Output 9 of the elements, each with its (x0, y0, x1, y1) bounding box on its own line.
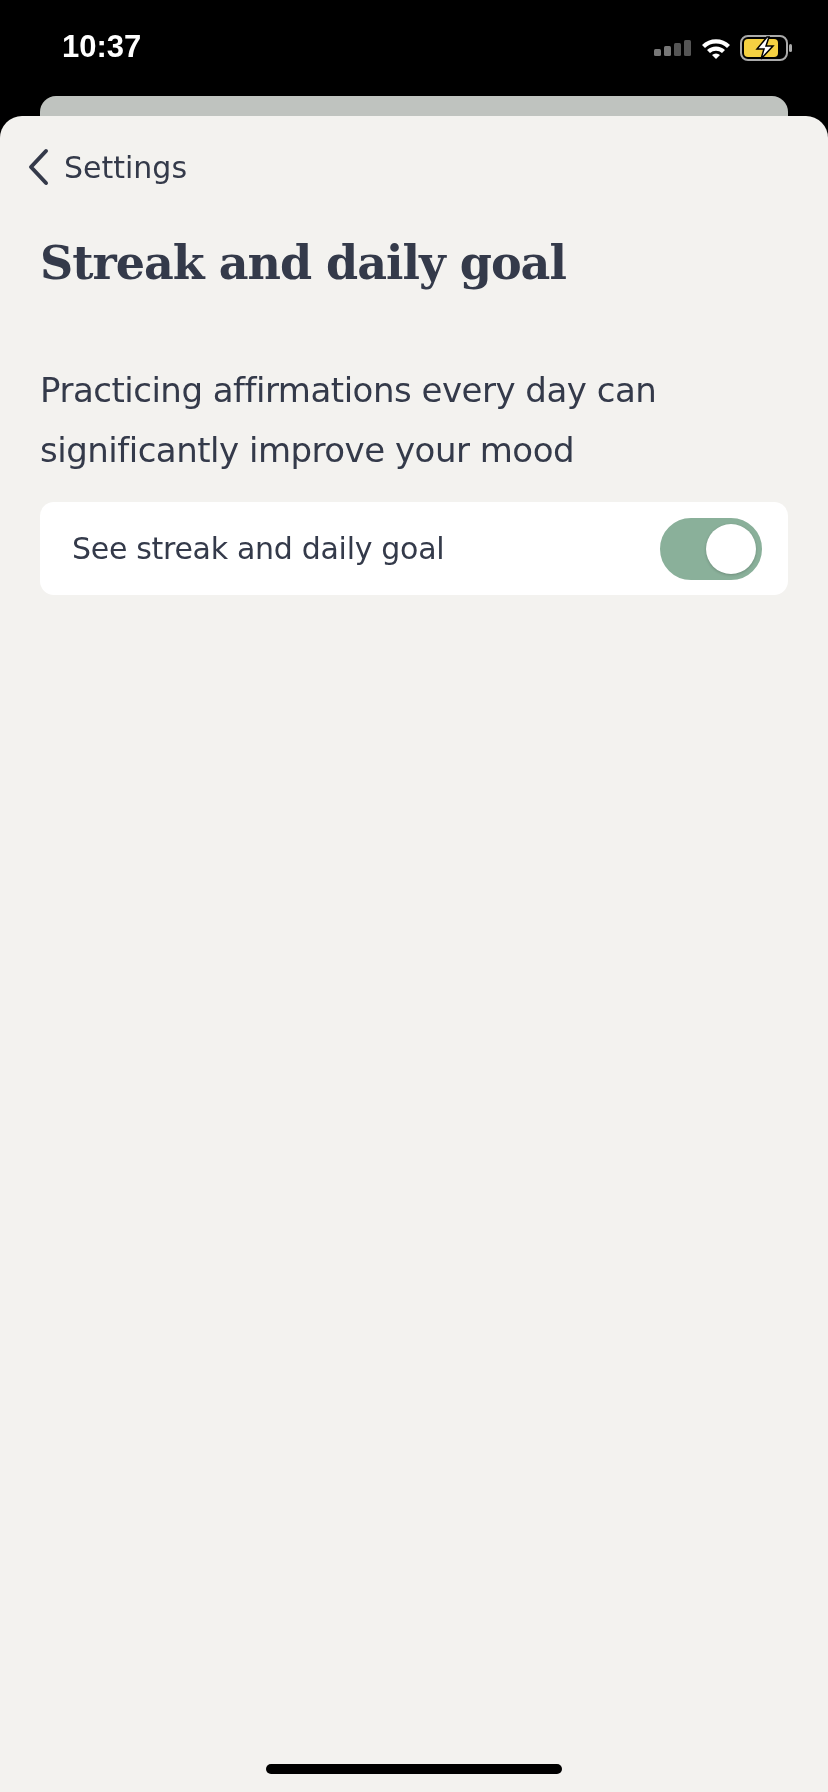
page-title: Streak and daily goal (40, 236, 567, 290)
description-text: Practicing affirmations every day can significantly improve your mood (40, 369, 658, 472)
setting-label: See streak and daily goal (72, 531, 445, 566)
wifi-icon (700, 36, 732, 60)
status-time: 10:37 (62, 29, 142, 65)
signal-icon (654, 40, 692, 56)
chevron-left-icon (26, 148, 50, 186)
battery-charging-icon (740, 35, 794, 61)
back-button[interactable]: Settings (26, 148, 188, 186)
